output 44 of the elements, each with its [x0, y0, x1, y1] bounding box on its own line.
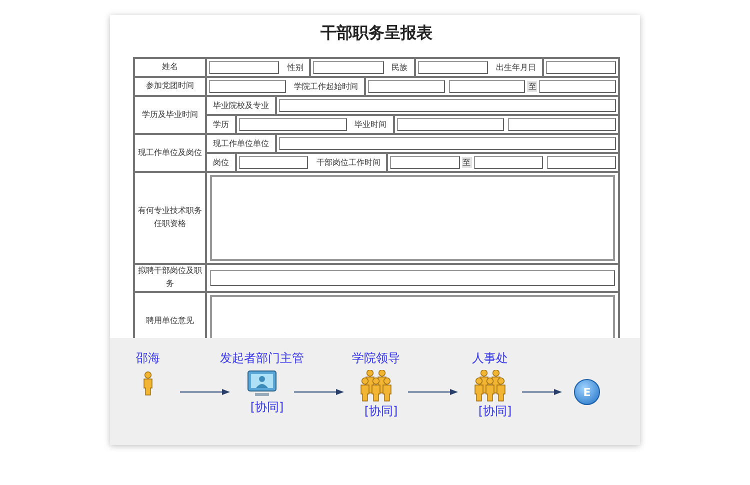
input-field[interactable]: [546, 61, 616, 74]
form-title: 干部职务呈报表: [320, 23, 434, 43]
input-field[interactable]: [210, 270, 615, 286]
input-field[interactable]: [418, 61, 488, 74]
input-field[interactable]: [239, 156, 308, 169]
row-label: 现工作单位及岗位: [137, 146, 203, 159]
input-field[interactable]: [279, 99, 616, 112]
input-field[interactable]: [508, 118, 616, 131]
row-label: 拟聘干部岗位及职务: [137, 265, 203, 290]
input-field[interactable]: [313, 61, 384, 74]
node-tag: [协同]: [478, 403, 512, 420]
node-name: 人事处: [472, 350, 508, 366]
input-field[interactable]: [546, 156, 616, 169]
flow-arrow: [294, 388, 344, 396]
node-tag: [协同]: [250, 399, 284, 416]
input-field[interactable]: [396, 118, 504, 131]
range-separator: 至: [462, 157, 472, 168]
people-group-icon: [473, 370, 507, 402]
input-field[interactable]: [390, 156, 460, 169]
people-group-icon: [359, 370, 393, 402]
flow-arrow: [180, 388, 230, 396]
input-field[interactable]: [448, 80, 526, 93]
range-separator: 至: [527, 81, 538, 92]
input-field[interactable]: [279, 137, 616, 150]
flow-arrow: [522, 388, 562, 396]
input-field[interactable]: [474, 156, 543, 169]
node-tag: [协同]: [364, 403, 398, 420]
node-name: 学院领导: [352, 350, 400, 366]
input-field[interactable]: [209, 80, 286, 93]
monitor-icon: [247, 370, 277, 398]
row-label: 姓名: [161, 61, 179, 74]
input-field[interactable]: [209, 61, 280, 74]
input-field[interactable]: [368, 80, 444, 93]
text-area[interactable]: [210, 175, 615, 261]
node-name: 邵海: [136, 350, 160, 366]
input-field[interactable]: [539, 80, 616, 93]
node-name: 发起者部门主管: [220, 350, 304, 366]
flow-arrow: [408, 388, 458, 396]
input-field[interactable]: [239, 118, 347, 131]
end-node-icon: E: [574, 379, 600, 405]
row-label: 参加党团时间: [145, 80, 195, 92]
row-label: 学历及毕业时间: [141, 108, 199, 121]
row-label: 聘用单位意见: [145, 315, 195, 327]
row-label: 有何专业技术职务任职资格: [137, 205, 203, 230]
